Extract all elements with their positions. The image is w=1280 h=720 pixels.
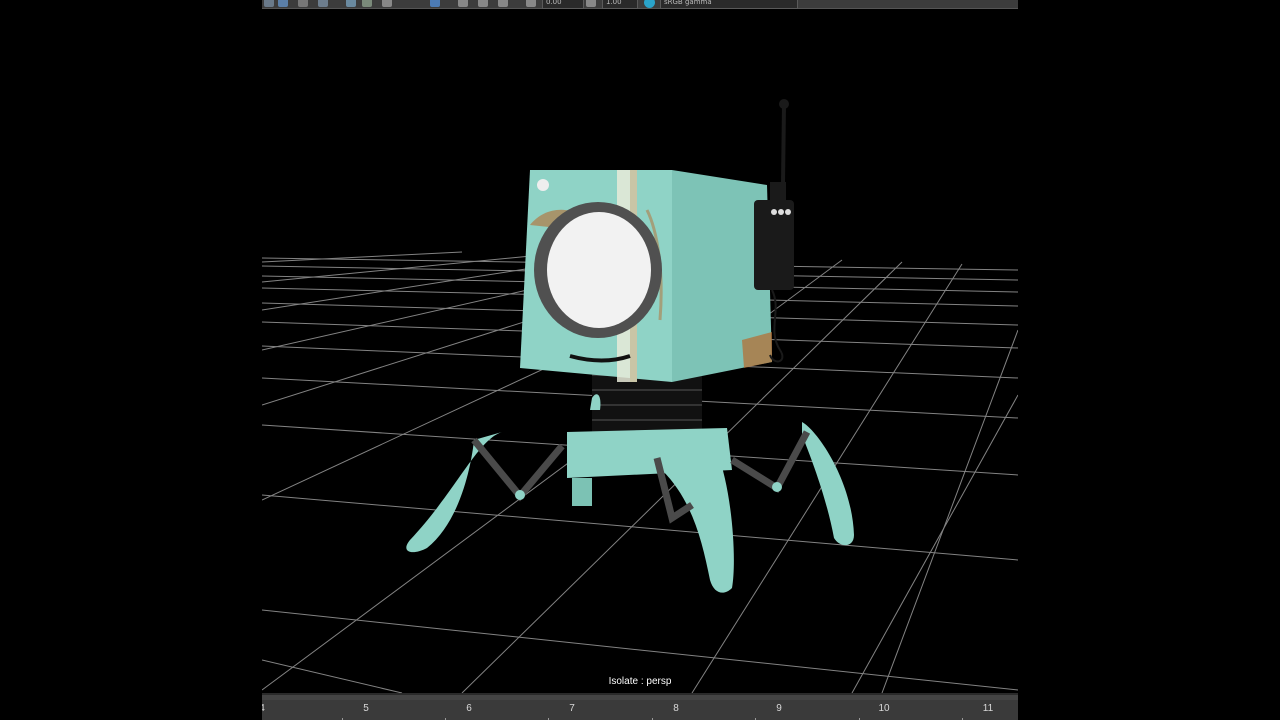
3d-scene[interactable] [262,0,1018,693]
timeline-tick-label: 6 [466,703,472,714]
robot-leg-right [802,422,854,546]
time-slider[interactable]: 4 5 6 7 8 9 10 11 [262,693,1018,720]
maya-viewport[interactable]: 0.00 1.00 sRGB gamma Isolate: persp 5 6… [262,0,1018,720]
robot-model[interactable] [406,99,854,593]
isolate-label: Isolate : persp [608,676,672,687]
timeline-tick-label: 10 [878,703,890,714]
robot-leg-front [662,452,734,593]
timeline-tick-label: 8 [673,703,679,714]
timeline-tick-label: 11 [982,703,994,714]
robot-eye [547,212,651,328]
timeline-tick-label: 5 [363,703,369,714]
timeline-tick-label: 4 [262,703,265,714]
time-slider-track[interactable]: 4 5 6 7 8 9 10 11 [262,700,1018,720]
timeline-tick-label: 7 [569,703,575,714]
timeline-tick-label: 9 [776,703,782,714]
robot-antenna [781,103,786,185]
robot-leg-left [406,432,502,553]
